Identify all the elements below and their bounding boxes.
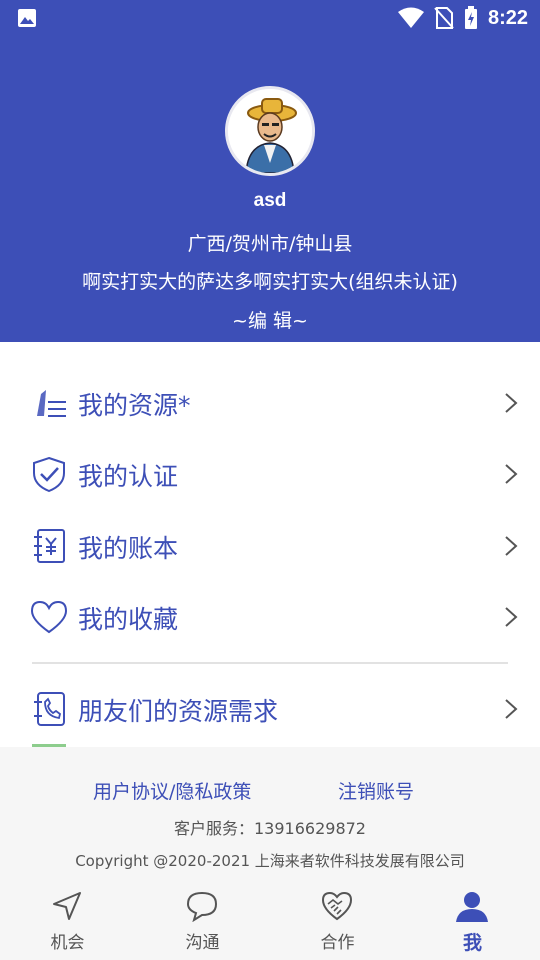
nav-label: 机会 [50,933,85,953]
shield-check-icon [33,456,65,493]
menu-label: 我的账本 [78,534,179,563]
heart-icon [30,600,68,634]
chevron-right-icon [505,607,518,627]
menu-item-friends-resource-needs[interactable]: 朋友们的资源需求 [0,676,540,740]
menu-item-my-resources[interactable]: 我的资源* [0,370,540,434]
phone-contact-icon [34,692,65,726]
person-icon [456,892,488,922]
nav-label: 沟通 [185,933,220,953]
nav-tab-me[interactable]: 我 [405,880,540,960]
user-agreement-link[interactable]: 用户协议/隐私政策 [93,777,251,804]
chevron-right-icon [505,699,518,719]
clock: 8:22 [487,6,528,29]
pen-list-icon [37,390,66,417]
menu-label: 我的认证 [78,462,179,491]
nav-label: 我 [462,932,482,954]
copyright-text: Copyright @2020-2021 上海来者软件科技发展有限公司 [75,852,465,870]
chevron-right-icon [505,393,518,413]
profile-header: 8:22 asd 广西/贺州市/钟山县 啊实打实大的萨达多啊实打实大(组织未认证… [0,0,540,342]
menu-divider [32,662,508,664]
chat-bubble-icon [186,891,218,922]
username: asd [253,190,287,211]
nav-tab-cooperation[interactable]: 合作 [270,880,405,960]
menu-label: 我的收藏 [78,605,179,634]
footer-info: 用户协议/隐私政策 注销账号 客户服务：13916629872 Copyrigh… [0,747,540,880]
farmer-avatar-icon [228,89,312,173]
chevron-right-icon [505,536,518,556]
image-icon [18,9,36,27]
location-text: 广西/贺州市/钟山县 [187,233,353,255]
customer-service-text: 客户服务：13916629872 [174,819,366,838]
nav-tab-communication[interactable]: 沟通 [135,880,270,960]
wifi-icon [397,7,424,28]
avatar[interactable] [225,86,315,176]
status-bar: 8:22 [0,0,540,36]
menu-item-my-certification[interactable]: 我的认证 [0,441,540,505]
ledger-yen-icon [34,529,65,563]
chevron-right-icon [505,464,518,484]
nav-label: 合作 [320,933,355,953]
cancel-account-link[interactable]: 注销账号 [338,777,414,804]
menu-list: 我的资源* 我的认证 我的账本 我的收藏 朋友们的资源需求 [0,342,540,747]
edit-profile-button[interactable]: ~编 辑~ [0,306,540,333]
battery-charging-icon [464,6,477,29]
menu-item-my-favorites[interactable]: 我的收藏 [0,584,540,648]
menu-item-my-ledger[interactable]: 我的账本 [0,513,540,577]
no-sim-icon [434,7,454,29]
menu-label: 朋友们的资源需求 [78,697,279,726]
footer-links: 用户协议/隐私政策 注销账号 [0,777,540,803]
handshake-icon [321,891,353,921]
nav-tab-opportunities[interactable]: 机会 [0,880,135,960]
organization-text: 啊实打实大的萨达多啊实打实大(组织未认证) [82,271,458,293]
bottom-nav: 机会 沟通 合作 我 [0,880,540,960]
send-arrow-icon [53,892,81,920]
menu-label: 我的资源* [78,391,191,420]
